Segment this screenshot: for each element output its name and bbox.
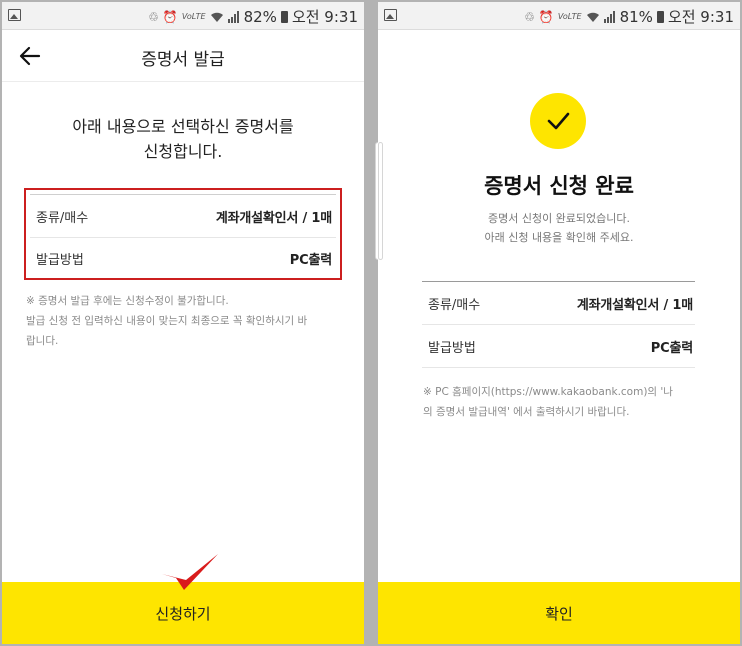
signal-icon — [227, 10, 239, 23]
notice-line: ※ PC 홈페이지(https://www.kakaobank.com)의 '나 — [423, 386, 673, 398]
clock: 오전 9:31 — [291, 8, 358, 26]
notice-line: 의 증명서 발급내역' 에서 출력하시기 바랍니다. — [423, 406, 630, 418]
clock: 오전 9:31 — [667, 8, 734, 26]
row-label: 발급방법 — [36, 253, 84, 268]
confirm-button[interactable]: 확인 — [378, 582, 740, 644]
subtitle-line: 증명서 신청이 완료되었습니다. — [487, 212, 631, 225]
row-value: PC출력 — [650, 340, 693, 356]
battery-percent: 81% — [619, 7, 653, 26]
signal-icon — [603, 10, 615, 23]
status-bar: ♲ ⏰ VoLTE 82% 오전 9:31 — [2, 2, 364, 30]
completion-subtitle: 증명서 신청이 완료되었습니다. 아래 신청 내용을 확인해 주세요. — [378, 209, 740, 247]
battery-icon — [656, 10, 664, 23]
red-checkmark-icon — [162, 554, 218, 590]
battery-icon — [280, 10, 288, 23]
notice-text: ※ PC 홈페이지(https://www.kakaobank.com)의 '나… — [423, 382, 695, 422]
success-check-icon — [530, 93, 586, 149]
battery-percent: 82% — [243, 7, 277, 26]
page-title: 증명서 발급 — [141, 50, 225, 70]
row-value: 계좌개설확인서 / 1매 — [576, 297, 693, 313]
notice-line: 랍니다. — [26, 335, 59, 347]
complete-screen: ♲ ⏰ VoLTE 81% 오전 9:31 증명서 신청 완료 증명서 신청이 … — [378, 2, 740, 644]
row-value: 계좌개설확인서 / 1매 — [215, 210, 332, 226]
intro-line: 신청합니다. — [143, 142, 223, 161]
status-bar: ♲ ⏰ VoLTE 81% 오전 9:31 — [378, 2, 740, 30]
gallery-notification-icon — [384, 9, 397, 21]
row-label: 종류/매수 — [36, 210, 89, 226]
intro-line: 아래 내용으로 선택하신 증명서를 — [72, 117, 294, 136]
subtitle-line: 아래 신청 내용을 확인해 주세요. — [484, 231, 634, 244]
request-screen: ♲ ⏰ VoLTE 82% 오전 9:31 증명서 발급 아래 내용으로 선택하… — [2, 2, 364, 644]
summary-row-method: 발급방법 PC출력 — [422, 325, 695, 368]
notice-line: ※ 증명서 발급 후에는 신청수정이 불가합니다. — [26, 295, 229, 307]
notice-text: ※ 증명서 발급 후에는 신청수정이 불가합니다. 발급 신청 전 입력하신 내… — [26, 291, 346, 351]
edge-panel-handle[interactable] — [378, 142, 383, 260]
row-value: PC출력 — [289, 253, 332, 268]
alarm-icon: ⏰ — [162, 9, 178, 24]
recycle-icon: ♲ — [524, 9, 535, 24]
wifi-icon — [210, 12, 223, 22]
summary-row-type: 종류/매수 계좌개설확인서 / 1매 — [30, 195, 336, 237]
row-label: 발급방법 — [428, 340, 476, 356]
app-bar: 증명서 발급 — [2, 30, 364, 82]
intro-text: 아래 내용으로 선택하신 증명서를 신청합니다. — [2, 114, 364, 164]
completion-title: 증명서 신청 완료 — [484, 174, 634, 198]
gallery-notification-icon — [8, 9, 21, 21]
volte-icon: VoLTE — [557, 12, 582, 21]
summary-row-type: 종류/매수 계좌개설확인서 / 1매 — [422, 282, 695, 325]
summary-table: 종류/매수 계좌개설확인서 / 1매 발급방법 PC출력 — [422, 281, 695, 368]
alarm-icon: ⏰ — [538, 9, 554, 24]
recycle-icon: ♲ — [148, 9, 159, 24]
notice-line: 발급 신청 전 입력하신 내용이 맞는지 최종으로 꼭 확인하시기 바 — [26, 315, 308, 327]
wifi-icon — [586, 12, 599, 22]
row-label: 종류/매수 — [428, 297, 481, 313]
volte-icon: VoLTE — [181, 12, 206, 21]
highlighted-summary-box: 종류/매수 계좌개설확인서 / 1매 발급방법 PC출력 — [24, 188, 342, 280]
summary-row-method: 발급방법 PC출력 — [30, 237, 336, 279]
